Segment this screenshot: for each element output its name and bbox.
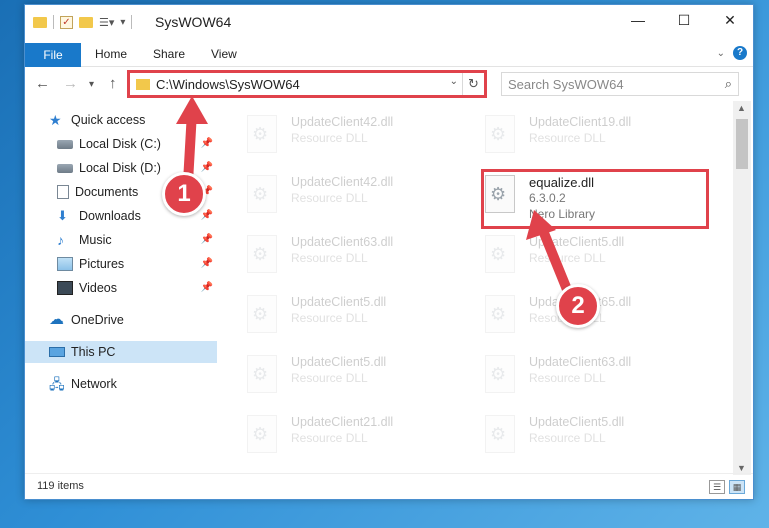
callout-arrows bbox=[176, 96, 573, 297]
callout-badge-2: 2 bbox=[556, 284, 600, 328]
callout-badge-1: 1 bbox=[162, 172, 206, 216]
arrow-to-file bbox=[537, 223, 573, 297]
arrow-head-up bbox=[176, 96, 208, 124]
